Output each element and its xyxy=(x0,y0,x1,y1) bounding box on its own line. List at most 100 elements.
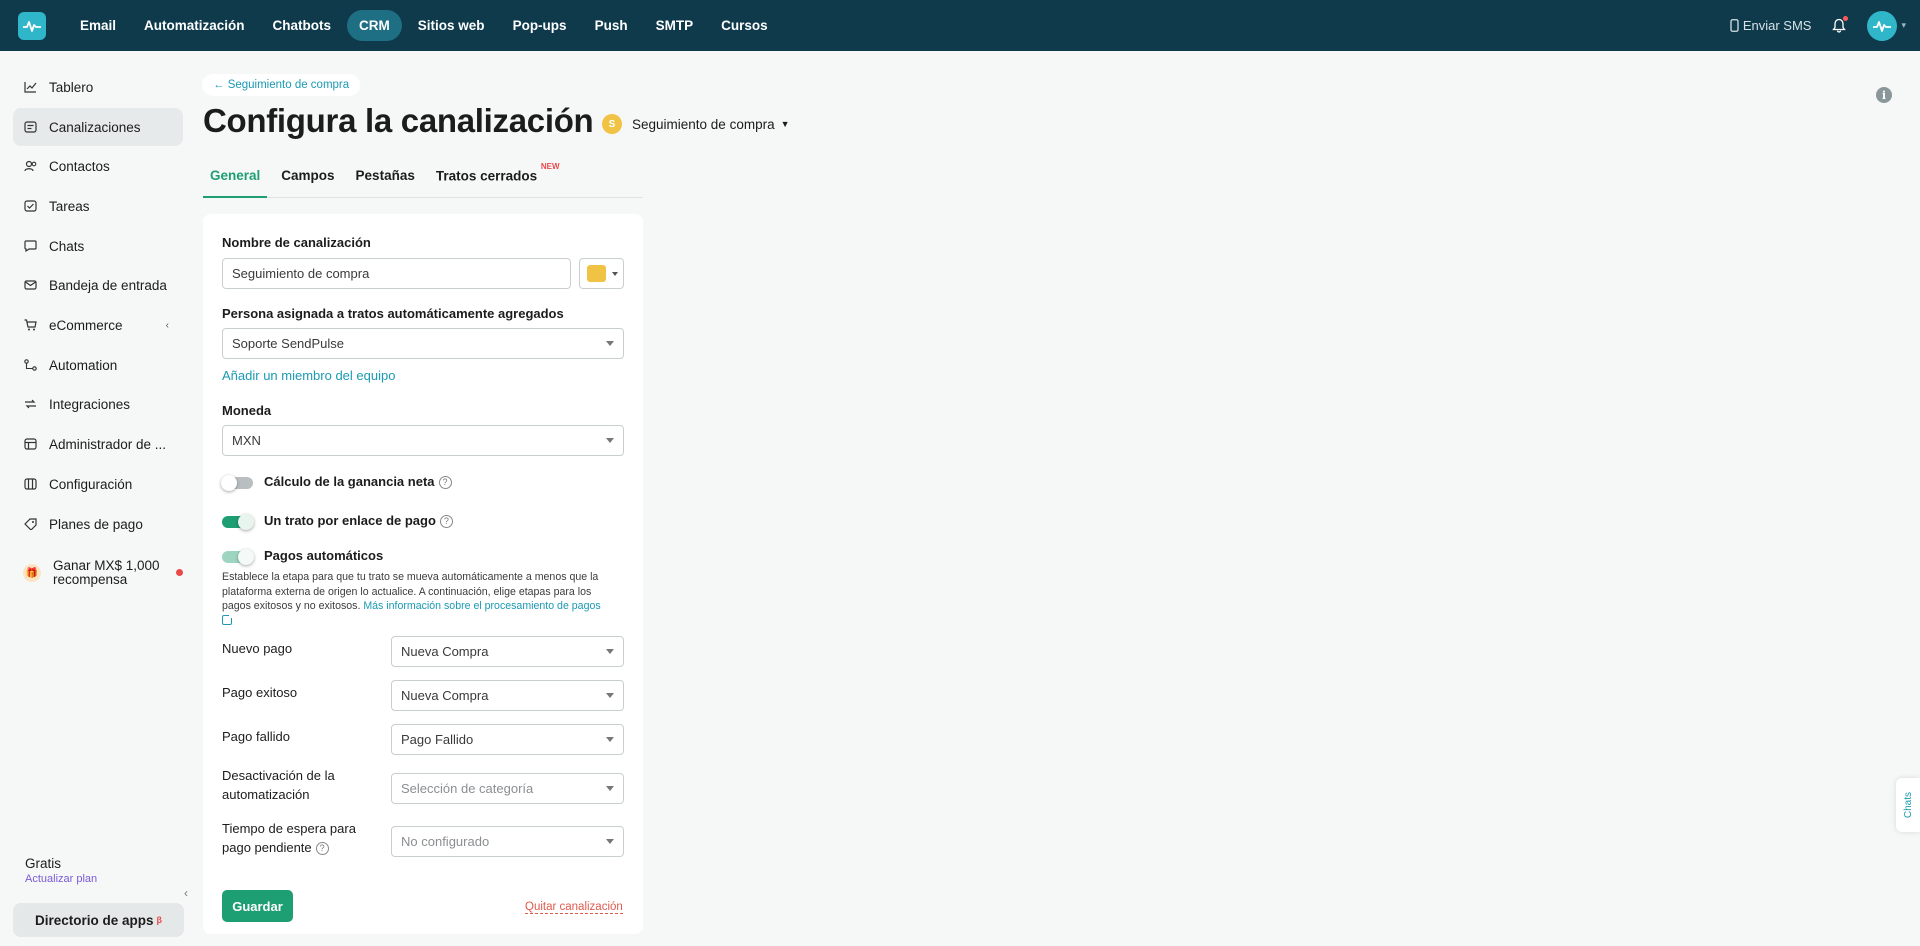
tab-tabs[interactable]: Pestañas xyxy=(349,164,422,198)
failed-payment-label: Pago fallido xyxy=(222,729,290,744)
caret-down-icon xyxy=(606,649,614,654)
tab-general[interactable]: General xyxy=(203,164,268,198)
nav-courses[interactable]: Cursos xyxy=(709,10,780,41)
one-deal-per-link-toggle[interactable] xyxy=(222,514,254,530)
sidebar-item-dashboard[interactable]: Tablero xyxy=(13,68,183,106)
sidebar-item-pipelines[interactable]: Canalizaciones xyxy=(13,108,183,146)
add-team-member-link[interactable]: Añadir un miembro del equipo xyxy=(222,368,395,383)
caret-down-icon xyxy=(606,693,614,698)
net-profit-toggle[interactable] xyxy=(221,475,253,491)
deactivation-placeholder: Selección de categoría xyxy=(401,781,534,796)
sidebar-item-label: Contactos xyxy=(49,158,110,174)
notifications-bell-icon[interactable] xyxy=(1829,15,1849,36)
app-directory-label: Directorio de apps xyxy=(34,912,154,928)
failed-payment-select[interactable]: Pago Fallido xyxy=(391,724,624,755)
pipeline-color-picker[interactable] xyxy=(579,258,624,289)
upgrade-plan-link[interactable]: Actualizar plan xyxy=(25,873,97,885)
tab-label: General xyxy=(210,168,261,183)
one-deal-text: Un trato por enlace de pago xyxy=(264,513,436,528)
nav-automation[interactable]: Automatización xyxy=(132,10,257,41)
successful-payment-label: Pago exitoso xyxy=(222,685,298,700)
nav-email[interactable]: Email xyxy=(68,10,128,41)
pending-payment-wait-label: Tiempo de espera para pago pendiente? xyxy=(222,819,356,857)
pipeline-initial-badge: S xyxy=(602,114,622,134)
chevron-left-icon[interactable]: ‹ xyxy=(166,320,169,331)
nav-smtp[interactable]: SMTP xyxy=(644,10,706,41)
assignee-select[interactable]: Soporte SendPulse xyxy=(222,328,624,359)
successful-payment-select[interactable]: Nueva Compra xyxy=(391,680,624,711)
currency-select[interactable]: MXN xyxy=(222,425,624,456)
new-payment-value: Nueva Compra xyxy=(401,644,489,659)
sendpulse-logo-icon[interactable] xyxy=(18,11,46,40)
toggle-knob xyxy=(221,475,237,491)
beta-badge: β xyxy=(156,915,163,925)
main-nav: Email Automatización Chatbots CRM Sitios… xyxy=(68,10,780,41)
sidebar-item-payment-plans[interactable]: Planes de pago xyxy=(13,505,183,543)
sidebar-item-label: Planes de pago xyxy=(49,516,143,532)
label-line-1: Desactivación de la xyxy=(222,768,335,783)
successful-payment-value: Nueva Compra xyxy=(401,688,489,703)
sidebar-item-label: Configuración xyxy=(49,476,133,492)
new-payment-label: Nuevo pago xyxy=(222,641,293,656)
tab-fields[interactable]: Campos xyxy=(274,164,341,198)
help-icon[interactable]: ? xyxy=(438,475,452,489)
wait-value: No configurado xyxy=(401,834,490,849)
remove-pipeline-link[interactable]: Quitar canalización xyxy=(525,901,623,914)
plan-name: Gratis xyxy=(25,856,62,871)
nav-websites[interactable]: Sitios web xyxy=(406,10,497,41)
chats-widget-tab[interactable]: Chats xyxy=(1896,778,1920,832)
sidebar-item-integrations[interactable]: Integraciones xyxy=(13,385,183,423)
help-icon[interactable]: ? xyxy=(439,514,453,528)
breadcrumb-back-link[interactable]: ← Seguimiento de compra xyxy=(202,74,361,96)
tab-closed-deals[interactable]: Tratos cerrados NEW xyxy=(429,162,567,198)
nav-chatbots[interactable]: Chatbots xyxy=(261,10,344,41)
pending-payment-wait-select[interactable]: No configurado xyxy=(391,826,624,857)
info-icon[interactable]: i xyxy=(1876,87,1892,103)
automation-deactivation-select[interactable]: Selección de categoría xyxy=(391,773,624,804)
sidebar-item-settings[interactable]: Configuración xyxy=(13,465,183,503)
sidebar-item-contacts[interactable]: Contactos xyxy=(13,147,183,185)
sidebar-item-automation[interactable]: Automation xyxy=(13,346,183,384)
sidebar-item-tasks[interactable]: Tareas xyxy=(13,187,183,225)
pipeline-settings-form: Nombre de canalización Seguimiento de co… xyxy=(203,214,643,934)
save-button[interactable]: Guardar xyxy=(222,890,293,922)
sidebar-item-inbox[interactable]: Bandeja de entrada xyxy=(13,266,183,304)
tab-label: Tratos cerrados xyxy=(435,168,538,184)
more-info-link[interactable]: Más información sobre el procesamiento d… xyxy=(363,600,600,612)
chats-widget-label: Chats xyxy=(1902,791,1914,819)
pipeline-selector[interactable]: S Seguimiento de compra ▼ xyxy=(602,114,790,134)
reward-line-2: recompensa xyxy=(53,572,128,587)
net-profit-text: Cálculo de la ganancia neta xyxy=(264,474,435,489)
sidebar-item-chats[interactable]: Chats xyxy=(13,227,183,265)
integrations-icon xyxy=(23,397,37,411)
chart-line-icon xyxy=(23,80,37,94)
nav-popups[interactable]: Pop-ups xyxy=(501,10,579,41)
external-link-icon[interactable] xyxy=(222,613,233,625)
user-avatar[interactable] xyxy=(1867,10,1898,41)
nav-crm[interactable]: CRM xyxy=(347,10,402,41)
send-sms-button[interactable]: Enviar SMS xyxy=(1730,18,1812,33)
send-sms-label: Enviar SMS xyxy=(1742,18,1812,33)
auto-payments-toggle[interactable] xyxy=(222,549,254,565)
sidebar-item-admin[interactable]: Administrador de ... xyxy=(13,425,183,463)
new-payment-select[interactable]: Nueva Compra xyxy=(391,636,624,667)
label-line-2: pago pendiente xyxy=(222,840,312,855)
caret-down-icon xyxy=(606,737,614,742)
gift-icon: 🎁 xyxy=(23,564,41,582)
avatar-chevron-down-icon[interactable]: ▾ xyxy=(1901,20,1906,31)
automation-deactivation-label: Desactivación de la automatización xyxy=(222,766,335,804)
pipeline-name-input[interactable]: Seguimiento de compra xyxy=(222,258,571,289)
sidebar-item-ecommerce[interactable]: eCommerce ‹ xyxy=(13,306,183,344)
assignee-label: Persona asignada a tratos automáticament… xyxy=(222,306,564,321)
label-line-1: Tiempo de espera para xyxy=(222,821,356,836)
help-icon[interactable]: ? xyxy=(315,842,329,855)
pipeline-selector-label: Seguimiento de compra xyxy=(632,116,775,132)
sidebar-item-label: Tablero xyxy=(49,79,94,95)
nav-push[interactable]: Push xyxy=(583,10,640,41)
currency-value: MXN xyxy=(232,433,261,448)
new-badge: NEW xyxy=(540,162,560,171)
collapse-sidebar-icon[interactable]: ‹ xyxy=(184,886,188,900)
referral-reward[interactable]: 🎁 Ganar MX$ 1,000 recompensa xyxy=(13,551,183,595)
app-directory-button[interactable]: Directorio de apps β xyxy=(13,903,184,937)
tab-label: Pestañas xyxy=(355,168,415,183)
